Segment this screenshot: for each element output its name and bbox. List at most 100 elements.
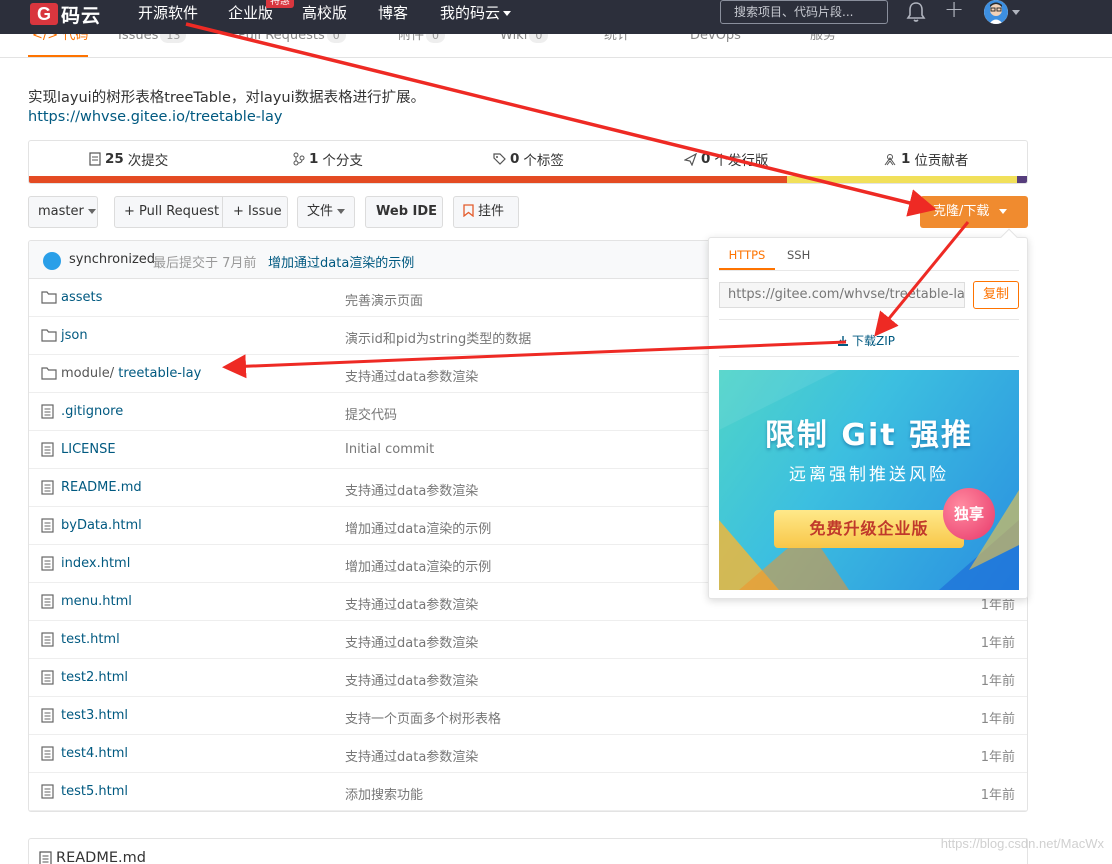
- file-commit-message[interactable]: 支持通过data参数渲染: [345, 746, 478, 765]
- widget-button[interactable]: 挂件: [453, 196, 519, 228]
- stat-contributors-num: 1: [901, 151, 911, 167]
- stat-contributors[interactable]: 1 位贡献者: [883, 149, 968, 169]
- enterprise-ad-banner[interactable]: 限制 Git 强推 远离强制推送风险 免费升级企业版 独享: [719, 370, 1019, 590]
- tab-issues[interactable]: Issues 13: [118, 34, 187, 45]
- ad-upgrade-button[interactable]: 免费升级企业版: [774, 510, 964, 548]
- search-input[interactable]: 搜索项目、代码片段...: [720, 0, 888, 24]
- file-name[interactable]: test.html: [61, 632, 120, 647]
- tab-wiki-label: Wiki: [500, 34, 528, 43]
- files-dropdown[interactable]: 文件: [297, 196, 355, 228]
- download-zip-link[interactable]: 下载ZIP: [837, 332, 895, 349]
- file-icon: [41, 746, 54, 765]
- user-avatar[interactable]: [984, 0, 1008, 24]
- repo-homepage-link[interactable]: https://whvse.gitee.io/treetable-lay: [28, 109, 282, 125]
- file-name[interactable]: module/ treetable-lay: [61, 366, 201, 381]
- file-row[interactable]: test2.html 支持通过data参数渲染 1年前: [29, 659, 1027, 697]
- file-commit-message[interactable]: 支持通过data参数渲染: [345, 366, 478, 385]
- copy-button[interactable]: 复制: [973, 281, 1019, 309]
- file-commit-message[interactable]: 支持一个页面多个树形表格: [345, 708, 501, 727]
- file-name[interactable]: test3.html: [61, 708, 128, 723]
- file-commit-message[interactable]: Initial commit: [345, 442, 434, 457]
- committer-avatar[interactable]: [43, 252, 61, 270]
- tab-stats[interactable]: 统计: [604, 34, 630, 45]
- file-icon: [41, 594, 54, 613]
- file-commit-message[interactable]: 增加通过data渲染的示例: [345, 556, 491, 575]
- web-ide-button[interactable]: Web IDE: [365, 196, 443, 228]
- file-commit-message[interactable]: 演示id和pid为string类型的数据: [345, 328, 531, 347]
- file-name[interactable]: json: [61, 328, 88, 343]
- file-commit-message[interactable]: 支持通过data参数渲染: [345, 670, 478, 689]
- file-path-prefix: module/: [61, 366, 119, 381]
- file-name-label: LICENSE: [61, 442, 116, 457]
- files-label: 文件: [307, 204, 334, 219]
- stat-releases-label: 个发行版: [714, 153, 769, 169]
- file-name[interactable]: LICENSE: [61, 442, 116, 457]
- tab-https[interactable]: HTTPS: [719, 248, 775, 270]
- file-icon: [41, 556, 54, 575]
- site-logo[interactable]: G 码云: [30, 2, 101, 27]
- tab-code-label: 代码: [62, 34, 89, 43]
- bell-icon[interactable]: [906, 1, 926, 27]
- tab-code[interactable]: </> 代码: [32, 34, 88, 45]
- tab-wiki[interactable]: Wiki 0: [500, 34, 549, 45]
- nav-university[interactable]: 高校版: [302, 2, 347, 24]
- file-name[interactable]: .gitignore: [61, 404, 123, 419]
- file-commit-time: 1年前: [980, 674, 1015, 689]
- file-row[interactable]: test5.html 添加搜索功能 1年前: [29, 773, 1027, 811]
- file-name-label: menu.html: [61, 594, 132, 609]
- file-commit-message[interactable]: 支持通过data参数渲染: [345, 632, 478, 651]
- plus-icon[interactable]: +: [944, 0, 964, 21]
- file-row[interactable]: test4.html 支持通过data参数渲染 1年前: [29, 735, 1027, 773]
- file-name[interactable]: byData.html: [61, 518, 142, 533]
- nav-blog[interactable]: 博客: [378, 2, 408, 24]
- file-icon: [41, 480, 54, 499]
- release-icon: [684, 152, 697, 166]
- file-commit-time: 1年前: [980, 788, 1015, 803]
- nav-my-gitee[interactable]: 我的码云: [440, 2, 512, 24]
- new-issue-button[interactable]: + Issue: [222, 196, 288, 228]
- stat-commits-num: 25: [105, 151, 124, 167]
- file-commit-message[interactable]: 增加通过data渲染的示例: [345, 518, 491, 537]
- stat-branches[interactable]: 1 个分支: [293, 149, 363, 169]
- file-name[interactable]: test4.html: [61, 746, 128, 761]
- branch-select[interactable]: master: [28, 196, 98, 228]
- file-name[interactable]: index.html: [61, 556, 130, 571]
- file-row[interactable]: test.html 支持通过data参数渲染 1年前: [29, 621, 1027, 659]
- chevron-down-icon: [503, 11, 512, 16]
- file-name[interactable]: menu.html: [61, 594, 132, 609]
- tab-services[interactable]: 服务: [810, 34, 836, 45]
- tab-ssh[interactable]: SSH: [787, 248, 810, 262]
- folder-icon: [41, 328, 57, 346]
- stat-releases[interactable]: 0 个发行版: [684, 149, 768, 169]
- file-commit-message[interactable]: 添加搜索功能: [345, 784, 423, 803]
- file-name-label: json: [61, 328, 88, 343]
- commit-author[interactable]: synchronized: [69, 252, 155, 267]
- chevron-down-icon[interactable]: [1012, 10, 1020, 15]
- stat-tags[interactable]: 0 个标签: [493, 149, 564, 169]
- language-bar[interactable]: [29, 176, 1027, 183]
- new-pull-request-button[interactable]: + Pull Request: [114, 196, 223, 228]
- file-commit-message[interactable]: 支持通过data参数渲染: [345, 480, 478, 499]
- nav-my-gitee-label: 我的码云: [440, 4, 501, 22]
- file-commit-message[interactable]: 提交代码: [345, 404, 397, 423]
- file-name[interactable]: assets: [61, 290, 102, 305]
- file-name[interactable]: README.md: [61, 480, 142, 495]
- stat-releases-num: 0: [701, 151, 711, 167]
- branch-label: master: [38, 204, 84, 219]
- folder-icon: [41, 290, 57, 308]
- tab-attachments[interactable]: 附件 0: [398, 34, 446, 45]
- file-name[interactable]: test5.html: [61, 784, 128, 799]
- file-commit-message[interactable]: 支持通过data参数渲染: [345, 594, 478, 613]
- clone-url-field[interactable]: https://gitee.com/whvse/treetable-lay.gi…: [719, 282, 965, 308]
- file-icon: [39, 850, 52, 864]
- commit-message[interactable]: 增加通过data渲染的示例: [268, 252, 414, 271]
- file-commit-message[interactable]: 完善演示页面: [345, 290, 423, 309]
- nav-open-source[interactable]: 开源软件: [138, 2, 198, 24]
- tab-pull-requests[interactable]: Pull Requests 0: [238, 34, 346, 45]
- tab-devops[interactable]: DevOps: [690, 34, 741, 45]
- file-name[interactable]: test2.html: [61, 670, 128, 685]
- file-row[interactable]: test3.html 支持一个页面多个树形表格 1年前: [29, 697, 1027, 735]
- file-commit-time: 1年前: [980, 750, 1015, 765]
- clone-download-button[interactable]: 克隆/下载: [920, 196, 1028, 228]
- stat-commits[interactable]: 25 次提交: [89, 149, 168, 169]
